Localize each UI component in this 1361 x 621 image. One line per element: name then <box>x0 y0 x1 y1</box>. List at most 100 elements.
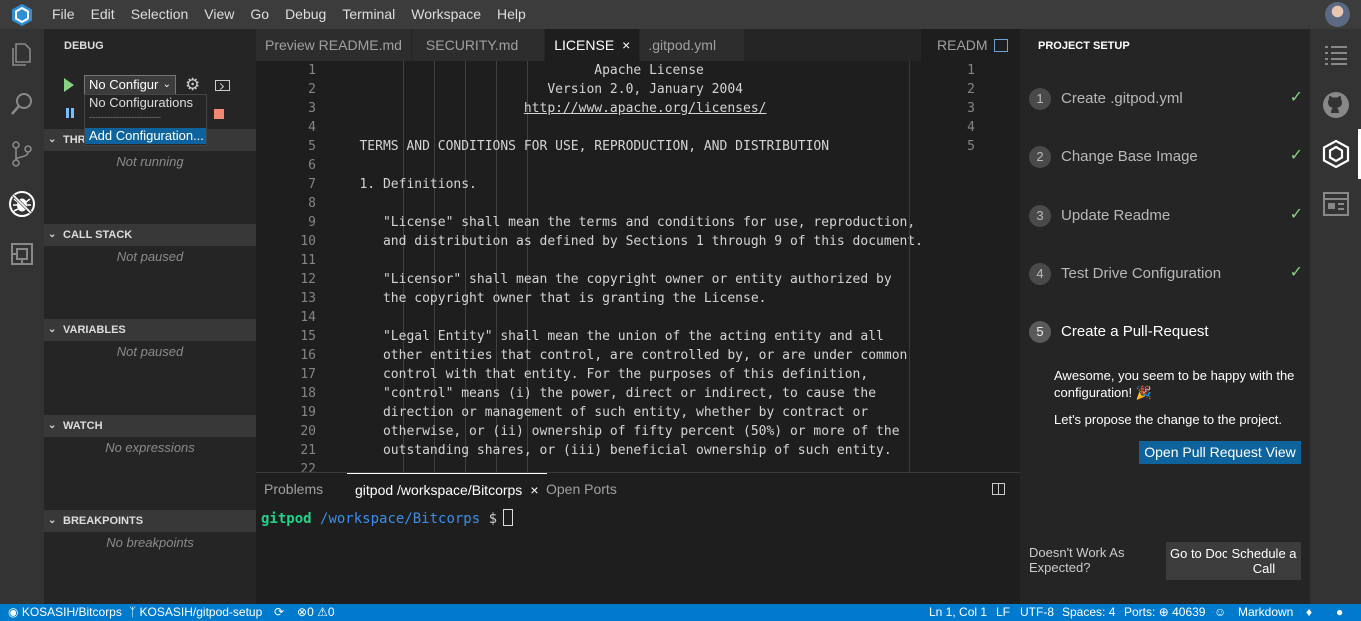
step-test-drive[interactable]: 4 Test Drive Configuration ✓ <box>1029 259 1307 289</box>
step-create-gitpod-yml[interactable]: 1 Create .gitpod.yml ✓ <box>1029 84 1307 114</box>
pause-icon[interactable] <box>66 108 74 118</box>
repo-name: KOSASIH/Bitcorps <box>21 605 122 619</box>
feedback-icon[interactable]: ☺ <box>1214 604 1226 621</box>
code-line: http://www.apache.org/licenses/ <box>336 99 921 118</box>
bell-icon[interactable]: ♦ <box>1306 604 1312 621</box>
stop-icon[interactable] <box>214 109 224 119</box>
section-watch[interactable]: ⌄ WATCH <box>44 415 256 437</box>
status-bar: ◉ KOSASIH/Bitcorps ᛉ KOSASIH/gitpod-setu… <box>0 604 1361 621</box>
error-count: 0 <box>307 605 314 619</box>
tab-gitpod-yml[interactable]: .gitpod.yml <box>640 29 746 61</box>
menu-workspace[interactable]: Workspace <box>403 0 489 29</box>
right-activity-bar <box>1310 29 1361 604</box>
step-change-base-image[interactable]: 2 Change Base Image ✓ <box>1029 142 1307 172</box>
open-pull-request-button[interactable]: Open Pull Request View <box>1139 441 1301 464</box>
menu-selection[interactable]: Selection <box>123 0 197 29</box>
config-dropdown: No Configurations ----------------------… <box>84 94 207 146</box>
repo-status[interactable]: ◉ KOSASIH/Bitcorps <box>8 604 122 621</box>
sync-icon[interactable]: ⟳ <box>274 604 284 621</box>
dropdown-item-add-configuration[interactable]: Add Configuration... <box>85 128 206 144</box>
code-editor[interactable]: 1 2 3 4 5 6 7 8 9 10 11 12 13 14 15 16 17 18 19 20 21 22 Apac… <box>256 61 921 472</box>
tab-label: LICENSE <box>554 37 615 53</box>
user-avatar[interactable] <box>1325 2 1350 27</box>
search-icon[interactable] <box>0 79 44 129</box>
readme-tabs: READM <box>921 29 1020 61</box>
outline-icon[interactable] <box>1310 35 1361 75</box>
close-icon[interactable]: × <box>530 482 538 498</box>
source-control-icon[interactable] <box>0 129 44 179</box>
line-number: 3 <box>308 101 316 116</box>
line-number: 4 <box>967 120 975 135</box>
debug-config-select[interactable]: No Configur ⌄ <box>84 75 176 95</box>
line-number: 6 <box>308 158 316 173</box>
preview-icon[interactable] <box>1310 184 1361 224</box>
close-icon[interactable]: × <box>622 37 630 53</box>
code-line: Apache License <box>336 63 704 78</box>
sidebar-title: DEBUG <box>64 40 104 52</box>
menu-edit[interactable]: Edit <box>83 0 123 29</box>
code-line: "License" shall mean the terms and condi… <box>336 215 916 230</box>
step-label: Test Drive Configuration <box>1061 265 1222 282</box>
tab-license[interactable]: LICENSE × <box>545 29 641 61</box>
indent-status[interactable]: Spaces: 4 <box>1062 604 1115 621</box>
tab-terminal[interactable]: gitpod /workspace/Bitcorps × <box>347 473 547 506</box>
dropdown-separator: ------------------------ <box>89 112 161 122</box>
github-icon[interactable] <box>1310 85 1361 125</box>
menu-help[interactable]: Help <box>489 0 534 29</box>
dropdown-item-no-configurations[interactable]: No Configurations <box>85 95 206 111</box>
tab-problems[interactable]: Problems <box>264 473 323 506</box>
split-panel-icon[interactable] <box>992 483 1005 495</box>
code-line: outstanding shares, or (iii) beneficial … <box>336 443 892 458</box>
section-variables[interactable]: ⌄ VARIABLES <box>44 319 256 341</box>
terminal-cursor <box>503 509 514 526</box>
line-number: 5 <box>967 139 975 154</box>
cursor-position[interactable]: Ln 1, Col 1 <box>929 604 987 621</box>
tab-security[interactable]: SECURITY.md <box>411 29 546 61</box>
tab-open-ports[interactable]: Open Ports <box>546 473 617 506</box>
line-number: 20 <box>300 424 316 439</box>
step-create-pull-request[interactable]: 5 Create a Pull-Request <box>1029 317 1307 347</box>
code-line: and distribution as defined by Sections … <box>336 234 921 249</box>
open-preview-icon[interactable] <box>994 39 1008 52</box>
panel-tabs: Problems gitpod /workspace/Bitcorps × Ope… <box>256 472 1020 506</box>
branch-status[interactable]: ᛉ KOSASIH/gitpod-setup <box>129 604 262 621</box>
code-line: Version 2.0, January 2004 <box>336 82 743 97</box>
section-call-stack[interactable]: ⌄ CALL STACK <box>44 224 256 246</box>
section-breakpoints[interactable]: ⌄ BREAKPOINTS <box>44 510 256 532</box>
menu-debug[interactable]: Debug <box>277 0 334 29</box>
gitpod-logo-icon[interactable] <box>0 0 44 29</box>
terminal-prompt: $ <box>488 511 498 527</box>
start-debugging-icon[interactable] <box>64 78 74 92</box>
ports-status[interactable]: Ports: ⊕ 40639 <box>1124 604 1205 621</box>
account-icon[interactable]: ● <box>1336 604 1343 621</box>
problems-status[interactable]: ⊗0 ⚠0 <box>297 604 335 621</box>
terminal[interactable]: gitpod /workspace/Bitcorps $ <box>256 506 1020 604</box>
section-title-call-stack: CALL STACK <box>63 229 133 241</box>
menu-view[interactable]: View <box>196 0 242 29</box>
gitpod-cube-icon[interactable] <box>1310 134 1361 174</box>
schedule-call-button[interactable]: Schedule a Call <box>1227 542 1301 580</box>
check-icon: ✓ <box>1289 206 1303 223</box>
github-icon: ◉ <box>8 605 19 619</box>
debug-console-icon[interactable] <box>215 80 230 91</box>
explorer-icon[interactable] <box>0 29 44 79</box>
line-number: 1 <box>308 63 316 78</box>
extensions-icon[interactable] <box>0 229 44 279</box>
gear-icon[interactable]: ⚙ <box>185 75 200 95</box>
tab-preview-readme[interactable]: Preview README.md <box>256 29 412 61</box>
menu-terminal[interactable]: Terminal <box>334 0 403 29</box>
section-title-variables: VARIABLES <box>63 324 126 336</box>
menu-file[interactable]: File <box>44 0 83 29</box>
debug-icon[interactable] <box>0 179 44 229</box>
encoding-status[interactable]: UTF-8 <box>1020 604 1054 621</box>
eol-status[interactable]: LF <box>996 604 1010 621</box>
license-url-link[interactable]: http://www.apache.org/licenses/ <box>524 101 767 116</box>
readme-editor[interactable]: 1 2 3 4 5 <box>921 61 1020 472</box>
step-update-readme[interactable]: 3 Update Readme ✓ <box>1029 201 1307 231</box>
step-number: 1 <box>1029 88 1051 110</box>
menu-go[interactable]: Go <box>242 0 277 29</box>
language-status[interactable]: Markdown <box>1238 604 1293 621</box>
step-label: Change Base Image <box>1061 148 1198 165</box>
